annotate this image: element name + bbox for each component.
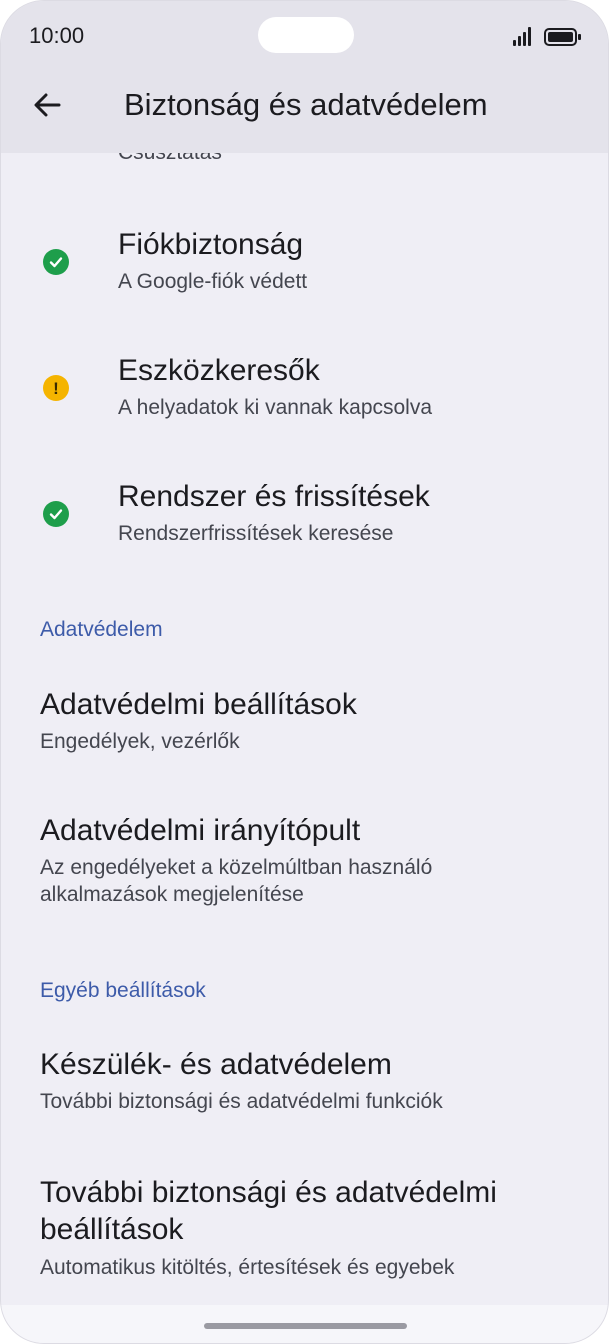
list-item-device-finders[interactable]: ! Eszközkeresők A helyadatok ki vannak k… [1,341,608,437]
item-subtitle: Engedélyek, vezérlők [40,730,240,753]
item-title: Készülék- és adatvédelem [40,1048,392,1081]
list-item-system-updates[interactable]: Rendszer és frissítések Rendszerfrissíté… [1,467,608,563]
signal-icon [513,27,535,46]
camera-cutout [258,17,354,53]
item-title: Adatvédelmi beállítások [40,688,357,721]
app-bar: Biztonság és adatvédelem [1,73,608,153]
item-subtitle: Automatikus kitöltés, értesítések és egy… [40,1256,455,1279]
item-title-line1: További biztonsági és adatvédelmi [40,1176,497,1209]
warning-circle-icon: ! [43,375,69,401]
list-item-more-security-settings[interactable]: További biztonsági és adatvédelmi beállí… [1,1163,608,1293]
clipped-item-subtitle: Csúsztatás [118,153,222,165]
item-subtitle: További biztonsági és adatvédelmi funkci… [40,1090,443,1113]
item-subtitle: Rendszerfrissítések keresése [118,522,394,545]
item-subtitle-line2: alkalmazások megjelenítése [40,883,304,906]
home-indicator[interactable] [204,1323,407,1329]
item-title: Fiókbiztonság [118,228,304,261]
list-item-device-protection[interactable]: Készülék- és adatvédelem További biztons… [1,1033,608,1133]
item-title: Eszközkeresők [118,354,320,387]
settings-list[interactable]: Csúsztatás Fiókbiztonság A Google-fiók v… [1,153,608,1305]
phone-screen: 10:00 Biztonság és adatvédelem Csúsztatá… [0,0,609,1344]
item-subtitle: A helyadatok ki vannak kapcsolva [118,396,433,419]
section-header-privacy: Adatvédelem [40,618,163,641]
list-item-privacy-dashboard[interactable]: Adatvédelmi irányítópult Az engedélyeket… [1,809,608,919]
list-item-privacy-settings[interactable]: Adatvédelmi beállítások Engedélyek, vezé… [1,673,608,773]
battery-icon [544,28,581,46]
page-title: Biztonság és adatvédelem [124,87,488,122]
check-circle-icon [43,249,69,275]
list-item-account-security[interactable]: Fiókbiztonság A Google-fiók védett [1,215,608,311]
section-header-other: Egyéb beállítások [40,979,206,1002]
status-bar: 10:00 [1,1,608,73]
check-circle-icon [43,501,69,527]
item-title-line2: beállítások [40,1213,184,1246]
item-subtitle-line1: Az engedélyeket a közelmúltban használó [40,856,433,879]
back-arrow-icon[interactable] [27,85,67,125]
status-time: 10:00 [29,23,85,48]
item-subtitle: A Google-fiók védett [118,270,308,293]
item-title: Adatvédelmi irányítópult [40,814,361,847]
item-title: Rendszer és frissítések [118,480,430,513]
